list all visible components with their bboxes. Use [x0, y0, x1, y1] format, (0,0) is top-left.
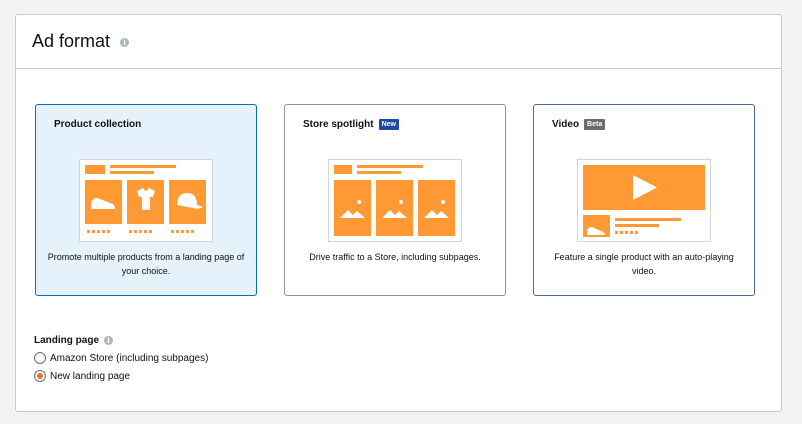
- beta-badge: Beta: [584, 119, 606, 130]
- card-store-spotlight[interactable]: Store spotlight New Drive traffic to a S…: [284, 104, 506, 296]
- card-title-text: Video: [552, 119, 580, 130]
- rating-stars-icon: [87, 230, 194, 233]
- card-title: Product collection: [54, 119, 141, 130]
- card-description: Feature a single product with an auto-pl…: [554, 252, 734, 276]
- product-collection-graphic: [85, 165, 206, 233]
- store-spotlight-illustration: [328, 159, 462, 242]
- card-description: Drive traffic to a Store, including subp…: [309, 252, 481, 262]
- landing-page-section: Landing page i Amazon Store (including s…: [34, 335, 208, 382]
- video-illustration: [577, 159, 711, 242]
- image-placeholder-icon: [334, 180, 455, 236]
- panel-title-text: Ad format: [32, 31, 111, 51]
- card-video[interactable]: Video Beta Feature a single product with…: [533, 104, 755, 296]
- landing-page-label-text: Landing page: [34, 335, 99, 346]
- new-badge: New: [378, 119, 399, 130]
- card-title: Video Beta: [552, 119, 606, 130]
- rating-stars-icon: [615, 231, 638, 234]
- card-title-text: Store spotlight: [303, 119, 374, 130]
- video-graphic: [583, 165, 705, 237]
- ad-format-panel: Ad format i Product collection Promote m…: [15, 14, 782, 412]
- card-product-collection[interactable]: Product collection Promote multiple prod…: [35, 104, 257, 296]
- panel-title: Ad format i: [32, 31, 130, 52]
- panel-header: Ad format i: [16, 15, 781, 69]
- radio-button-checked[interactable]: [34, 370, 46, 382]
- radio-dot: [37, 373, 43, 379]
- card-title-text: Product collection: [54, 119, 142, 130]
- landing-page-label: Landing page i: [34, 335, 208, 346]
- radio-amazon-store[interactable]: Amazon Store (including subpages): [34, 352, 208, 364]
- card-title: Store spotlight New: [303, 119, 399, 130]
- radio-new-landing-page[interactable]: New landing page: [34, 370, 208, 382]
- ad-format-cards: Product collection Promote multiple prod…: [35, 104, 755, 296]
- product-collection-illustration: [79, 159, 213, 242]
- radio-label: Amazon Store (including subpages): [50, 352, 209, 364]
- store-spotlight-graphic: [334, 165, 455, 236]
- radio-label: New landing page: [50, 370, 131, 382]
- info-icon[interactable]: i: [104, 336, 113, 345]
- radio-button-unchecked[interactable]: [34, 352, 46, 364]
- card-description: Promote multiple products from a landing…: [47, 252, 245, 276]
- info-icon[interactable]: i: [120, 37, 130, 47]
